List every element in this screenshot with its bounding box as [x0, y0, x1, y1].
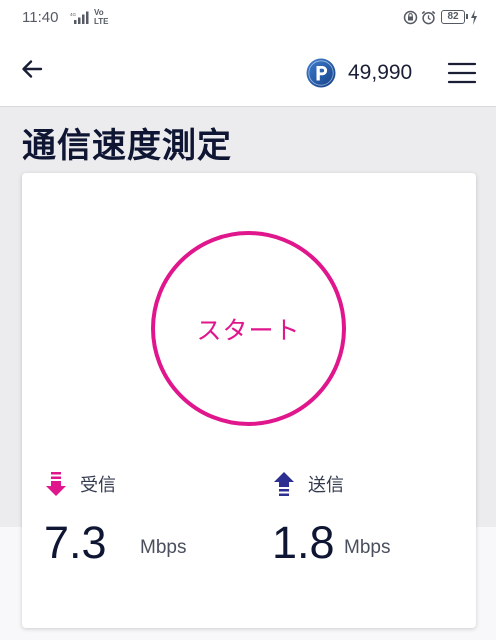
battery-icon: 82	[441, 10, 468, 24]
upload-label: 送信	[308, 475, 344, 496]
upload-speed: 送信 1.8 Mbps	[272, 469, 482, 589]
upload-unit: Mbps	[344, 537, 391, 558]
start-button[interactable]: スタート	[151, 231, 346, 426]
charging-icon	[471, 10, 477, 25]
page-title: 通信速度測定	[22, 126, 232, 166]
p-coin-icon	[306, 58, 336, 88]
download-arrow-icon	[46, 472, 66, 496]
rotation-lock-icon	[403, 10, 418, 25]
upload-arrow-icon	[274, 472, 294, 496]
back-arrow-icon[interactable]	[14, 51, 50, 87]
app-header: 49,990	[0, 36, 496, 107]
download-speed: 受信 7.3 Mbps	[44, 469, 254, 589]
download-value: 7.3	[44, 517, 107, 568]
download-label: 受信	[80, 475, 116, 496]
signal-icon: 4G	[70, 11, 89, 24]
svg-text:4G: 4G	[70, 12, 77, 17]
status-bar: 11:40 4G Vo LTE 82	[0, 0, 496, 36]
upload-value: 1.8	[272, 517, 335, 568]
hamburger-menu-icon[interactable]	[444, 56, 480, 90]
start-button-label: スタート	[196, 315, 301, 345]
speed-test-card: スタート 受信 7.3 Mbps 送信 1.8 Mbps	[22, 173, 476, 628]
volte-icon: Vo LTE	[94, 8, 109, 26]
status-time: 11:40	[22, 9, 59, 26]
points-value: 49,990	[348, 61, 413, 84]
alarm-icon	[421, 10, 436, 25]
download-unit: Mbps	[140, 537, 187, 558]
